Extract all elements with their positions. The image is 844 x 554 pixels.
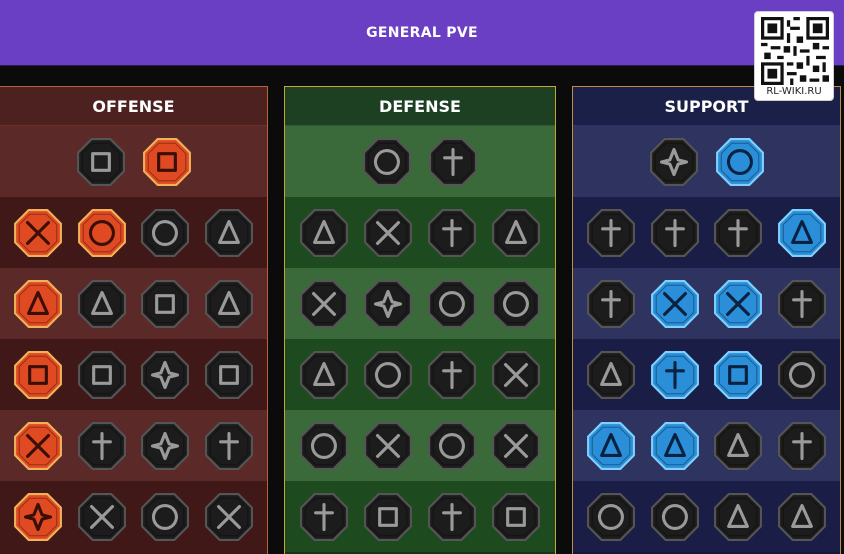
skill-row <box>0 410 267 481</box>
chevron-shield-icon[interactable] <box>299 208 349 258</box>
crossed-swords-icon[interactable] <box>76 137 126 187</box>
defense-rows <box>285 126 555 552</box>
lightning-icon[interactable] <box>650 279 700 329</box>
skill-row <box>0 197 267 268</box>
skill-row <box>285 481 555 552</box>
skill-row <box>0 126 267 197</box>
skill-row <box>0 481 267 552</box>
demon-eyes-icon[interactable] <box>777 350 827 400</box>
blessed-figure-icon[interactable] <box>586 279 636 329</box>
swift-arm-icon[interactable] <box>491 421 541 471</box>
eagle-head-icon[interactable] <box>777 492 827 542</box>
gauntlet-icon[interactable] <box>77 350 127 400</box>
shadow-figure-icon[interactable] <box>777 279 827 329</box>
skill-row <box>573 197 840 268</box>
offense-header: OFFENSE <box>0 87 267 126</box>
open-book-icon[interactable] <box>713 350 763 400</box>
watermark-qr: RL-WIKI.RU <box>754 11 834 101</box>
open-palm-icon[interactable] <box>427 350 477 400</box>
defense-header: DEFENSE <box>285 87 555 126</box>
guarded-fist-icon[interactable] <box>713 492 763 542</box>
compass-star-icon[interactable] <box>586 421 636 471</box>
fleeing-figure-icon[interactable] <box>777 421 827 471</box>
pierced-heart-icon[interactable] <box>204 208 254 258</box>
praying-hands-icon[interactable] <box>586 208 636 258</box>
winged-boot-icon[interactable] <box>650 421 700 471</box>
strike-fist-icon[interactable] <box>204 279 254 329</box>
skill-row <box>573 126 840 197</box>
all-seeing-eye-icon[interactable] <box>713 421 763 471</box>
skill-row <box>0 268 267 339</box>
skill-row <box>0 339 267 410</box>
skill-row <box>573 410 840 481</box>
helmed-face-icon[interactable] <box>427 492 477 542</box>
claw-marks-icon[interactable] <box>363 421 413 471</box>
crowd-icon[interactable] <box>299 350 349 400</box>
guardian-bust-icon[interactable] <box>491 279 541 329</box>
skill-row <box>285 410 555 481</box>
skull-heart-icon[interactable] <box>427 279 477 329</box>
bull-head-icon[interactable] <box>491 350 541 400</box>
cloaked-figure-icon[interactable] <box>299 279 349 329</box>
winged-shield-icon[interactable] <box>363 492 413 542</box>
skill-row <box>573 481 840 552</box>
qr-code-icon <box>761 17 829 85</box>
offense-panel: OFFENSE <box>0 86 268 554</box>
battle-axe-icon[interactable] <box>140 350 190 400</box>
crowned-skull-icon[interactable] <box>650 492 700 542</box>
wounded-figure-icon[interactable] <box>13 279 63 329</box>
support-rows <box>573 126 840 552</box>
skull-icon[interactable] <box>77 421 127 471</box>
critical-slash-icon[interactable] <box>13 492 63 542</box>
skill-row <box>285 197 555 268</box>
muscle-figure-icon[interactable] <box>491 492 541 542</box>
skill-row <box>285 268 555 339</box>
energy-target-icon[interactable] <box>715 137 765 187</box>
page-title: GENERAL PVE <box>366 24 478 41</box>
watermark-label: RL-WIKI.RU <box>766 86 822 97</box>
aura-shield-icon[interactable] <box>650 208 700 258</box>
bloody-dagger-icon[interactable] <box>142 137 192 187</box>
skill-row <box>573 339 840 410</box>
fanged-maw-icon[interactable] <box>77 279 127 329</box>
skill-row <box>573 268 840 339</box>
defense-panel: DEFENSE <box>284 86 556 554</box>
speed-runner-icon[interactable] <box>299 421 349 471</box>
brick-wall-icon[interactable] <box>362 137 412 187</box>
fireball-icon[interactable] <box>650 350 700 400</box>
broken-chains-icon[interactable] <box>204 350 254 400</box>
header-banner: GENERAL PVE <box>0 0 844 66</box>
skill-row <box>285 339 555 410</box>
sweeping-wind-icon[interactable] <box>777 208 827 258</box>
poison-flask-icon[interactable] <box>586 492 636 542</box>
strongman-icon[interactable] <box>427 208 477 258</box>
chained-heart-icon[interactable] <box>586 350 636 400</box>
shattered-ground-icon[interactable] <box>713 279 763 329</box>
flaming-sword-icon[interactable] <box>13 350 63 400</box>
armored-warrior-icon[interactable] <box>299 492 349 542</box>
bleeding-wound-icon[interactable] <box>13 421 63 471</box>
hourglass-icon[interactable] <box>363 350 413 400</box>
slash-claws-icon[interactable] <box>77 208 127 258</box>
sword-block-icon[interactable] <box>491 208 541 258</box>
rune-blade-icon[interactable] <box>140 421 190 471</box>
raised-fist-icon[interactable] <box>428 137 478 187</box>
heart-plus-icon[interactable] <box>649 137 699 187</box>
shield-bearer-icon[interactable] <box>363 279 413 329</box>
knight-helm-icon[interactable] <box>77 492 127 542</box>
beast-head-icon[interactable] <box>140 492 190 542</box>
shield-breaker-icon[interactable] <box>140 208 190 258</box>
heart-guard-icon[interactable] <box>363 208 413 258</box>
shattered-skull-icon[interactable] <box>140 279 190 329</box>
death-knight-icon[interactable] <box>204 492 254 542</box>
skill-row <box>285 126 555 197</box>
berserker-icon[interactable] <box>204 421 254 471</box>
smoke-skull-icon[interactable] <box>713 208 763 258</box>
offense-rows <box>0 126 267 552</box>
support-panel: SUPPORT <box>572 86 841 554</box>
horned-demon-icon[interactable] <box>13 208 63 258</box>
spiked-skull-icon[interactable] <box>427 421 477 471</box>
